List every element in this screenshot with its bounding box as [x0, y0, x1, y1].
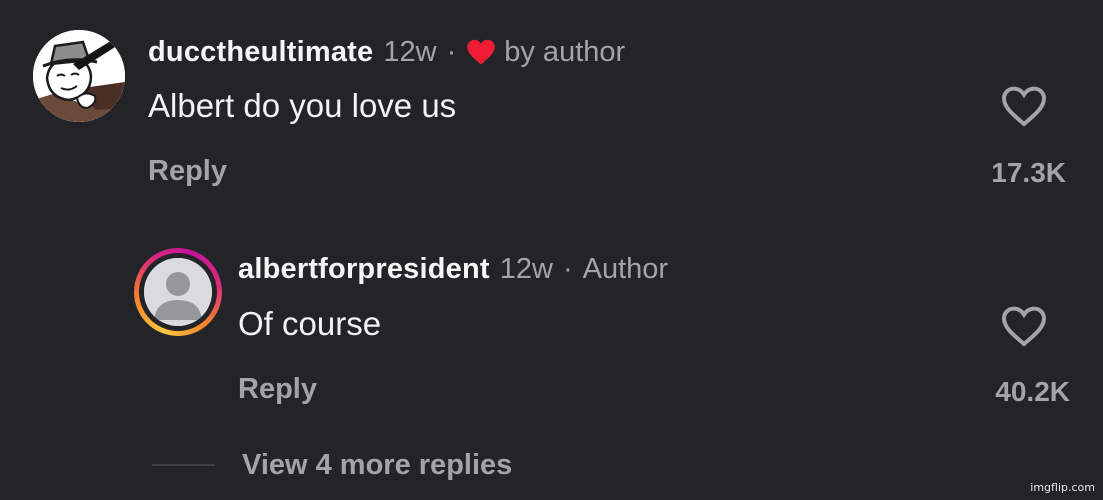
author-badge: Author — [582, 252, 669, 285]
view-more-replies-button[interactable]: View 4 more replies — [242, 446, 512, 484]
red-heart-icon — [466, 38, 496, 66]
cartoon-character-avatar — [33, 30, 125, 122]
reply-button[interactable]: Reply — [148, 152, 227, 190]
default-profile-icon — [144, 258, 212, 326]
reply-timestamp: 12w — [499, 252, 553, 285]
comment-timestamp: 12w — [383, 35, 437, 68]
comment-text: Albert do you love us — [148, 87, 457, 124]
commenter-username[interactable]: ducctheultimate — [148, 36, 373, 69]
liked-by-author-label: by author — [504, 35, 626, 68]
reply-text: Of course — [238, 305, 382, 342]
meta-separator: · — [446, 35, 457, 68]
watermark: imgflip.com — [1030, 481, 1095, 494]
reply-button[interactable]: Reply — [238, 370, 317, 408]
heart-outline-icon[interactable] — [1000, 304, 1048, 348]
thread-divider — [152, 464, 215, 466]
author-avatar[interactable] — [134, 248, 222, 336]
comment-like-count: 17.3K — [991, 157, 1066, 188]
commenter-avatar[interactable] — [33, 30, 125, 122]
author-username[interactable]: albertforpresident — [238, 253, 490, 286]
reply-header: albertforpresident 12w · Author — [238, 249, 668, 289]
meta-separator: · — [562, 252, 573, 285]
heart-outline-icon[interactable] — [1000, 84, 1048, 128]
reply-like-count: 40.2K — [995, 376, 1070, 407]
comment-header: ducctheultimate 12w · by author — [148, 32, 625, 72]
